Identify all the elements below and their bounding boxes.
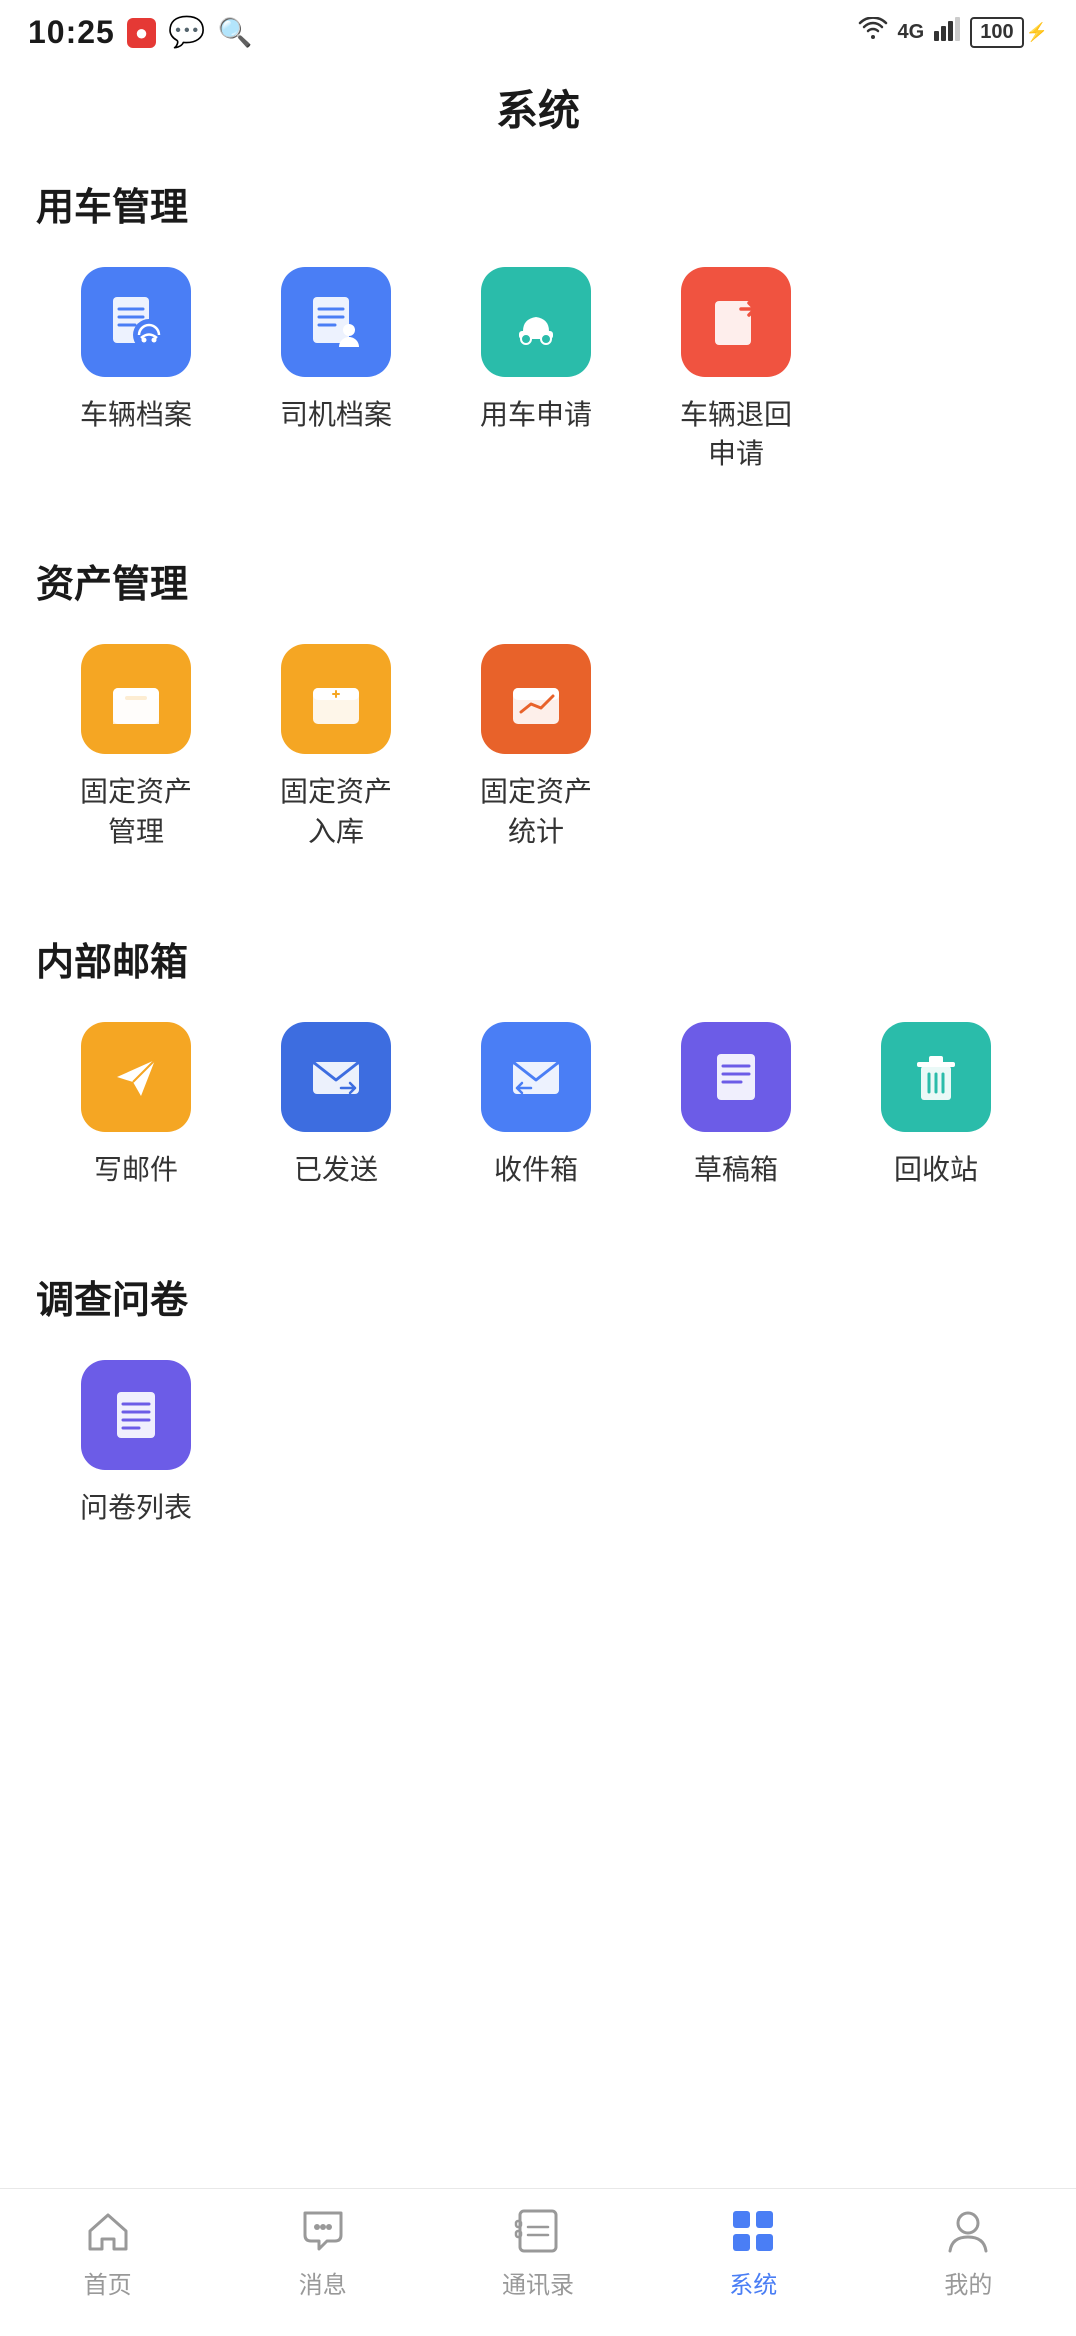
section-title-car: 用车管理 [36,176,1040,231]
car-apply-label: 用车申请 [480,395,592,434]
asset-management-grid: 固定资产管理 固定资产入库 [36,644,1040,882]
inbox-item[interactable]: 收件箱 [436,1022,636,1189]
nav-mine-label: 我的 [944,2265,992,2300]
drafts-label: 草稿箱 [694,1150,778,1189]
compose-icon-wrap [81,1022,191,1132]
car-apply-icon-wrap [481,267,591,377]
search-status-icon: 🔍 [218,16,253,49]
section-asset-management: 资产管理 固定资产管理 [36,553,1040,882]
fixed-asset-in-label: 固定资产入库 [280,772,392,850]
survey-list-icon-wrap [81,1360,191,1470]
fixed-asset-stats-icon-wrap [481,644,591,754]
system-icon [727,2205,779,2257]
fixed-asset-in-icon-wrap [281,644,391,754]
trash-label: 回收站 [894,1150,978,1189]
fixed-asset-in-item[interactable]: 固定资产入库 [236,644,436,850]
battery-icon: 100 ⚡ [970,17,1048,48]
fixed-asset-mgmt-item[interactable]: 固定资产管理 [36,644,236,850]
nav-contacts[interactable]: 通讯录 [430,2205,645,2300]
survey-grid: 问卷列表 [36,1360,1040,1559]
nav-message[interactable]: 消息 [215,2205,430,2300]
nav-contacts-label: 通讯录 [502,2265,574,2300]
status-left: 10:25 ● 💬 🔍 [28,14,252,51]
signal-4g-icon: 4G [898,21,925,44]
nav-system-label: 系统 [729,2265,777,2300]
home-icon [82,2205,134,2257]
car-apply-item[interactable]: 用车申请 [436,267,636,473]
drafts-item[interactable]: 草稿箱 [636,1022,836,1189]
fixed-asset-stats-item[interactable]: 固定资产统计 [436,644,636,850]
chat-bubble-icon: 💬 [168,15,205,50]
sent-email-item[interactable]: 已发送 [236,1022,436,1189]
bottom-nav: 首页 消息 通讯录 [0,2188,1076,2336]
driver-files-label: 司机档案 [280,395,392,434]
car-return-item[interactable]: 车辆退回申请 [636,267,836,473]
mine-icon [942,2205,994,2257]
message-icon [297,2205,349,2257]
section-car-management: 用车管理 [36,176,1040,505]
notification-badge: ● [127,18,156,48]
nav-system[interactable]: 系统 [646,2205,861,2300]
section-title-asset: 资产管理 [36,553,1040,608]
vehicle-files-icon-wrap [81,267,191,377]
nav-home-label: 首页 [84,2265,132,2300]
trash-icon-wrap [881,1022,991,1132]
nav-message-label: 消息 [299,2265,347,2300]
signal-bars-icon [934,17,960,48]
driver-files-icon-wrap [281,267,391,377]
nav-home[interactable]: 首页 [0,2205,215,2300]
vehicle-files-item[interactable]: 车辆档案 [36,267,236,473]
compose-email-item[interactable]: 写邮件 [36,1022,236,1189]
section-title-survey: 调查问卷 [36,1269,1040,1324]
inbox-icon-wrap [481,1022,591,1132]
email-grid: 写邮件 已发送 [36,1022,1040,1221]
section-survey: 调查问卷 问卷列表 [36,1269,1040,1559]
vehicle-files-label: 车辆档案 [80,395,192,434]
fixed-asset-stats-label: 固定资产统计 [480,772,592,850]
driver-files-item[interactable]: 司机档案 [236,267,436,473]
status-time: 10:25 [28,14,115,51]
fixed-asset-mgmt-icon-wrap [81,644,191,754]
main-content: 用车管理 [0,166,1076,2336]
section-internal-email: 内部邮箱 写邮件 [36,931,1040,1221]
drafts-icon-wrap [681,1022,791,1132]
trash-item[interactable]: 回收站 [836,1022,1036,1189]
car-return-icon-wrap [681,267,791,377]
car-return-label: 车辆退回申请 [680,395,792,473]
survey-list-label: 问卷列表 [80,1488,192,1527]
inbox-label: 收件箱 [494,1150,578,1189]
survey-list-item[interactable]: 问卷列表 [36,1360,236,1527]
car-management-grid: 车辆档案 司机档案 [36,267,1040,505]
sent-icon-wrap [281,1022,391,1132]
section-title-email: 内部邮箱 [36,931,1040,986]
nav-mine[interactable]: 我的 [861,2205,1076,2300]
status-bar: 10:25 ● 💬 🔍 4G 100 ⚡ [0,0,1076,59]
contacts-icon [512,2205,564,2257]
compose-label: 写邮件 [94,1150,178,1189]
wifi-icon [858,17,888,48]
status-icons-right: 4G 100 ⚡ [858,17,1048,48]
page-title: 系统 [0,59,1076,166]
sent-label: 已发送 [294,1150,378,1189]
fixed-asset-mgmt-label: 固定资产管理 [80,772,192,850]
